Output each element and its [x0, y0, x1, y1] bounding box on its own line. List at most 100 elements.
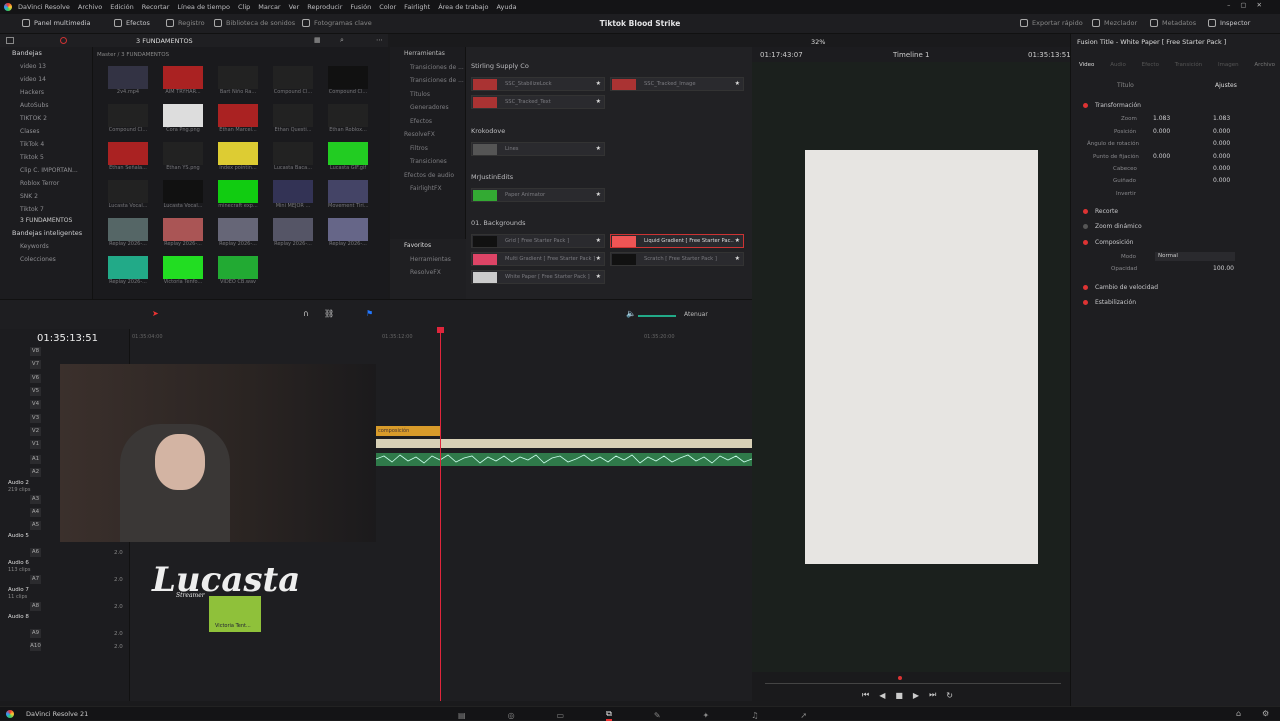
- bin-item[interactable]: AutoSubs: [0, 99, 92, 112]
- bin-item[interactable]: SNK 2: [0, 190, 92, 203]
- tab-file[interactable]: Archivo: [1254, 62, 1275, 68]
- section-stabilization[interactable]: Estabilización: [1071, 296, 1280, 309]
- more-options-icon[interactable]: ⋯: [376, 36, 383, 44]
- fx-group-title[interactable]: Stirling Supply Co: [471, 62, 529, 70]
- media-thumbnail[interactable]: Lucasta GIF.gif: [328, 142, 368, 173]
- media-thumbnail[interactable]: Bart Niño Ra...: [218, 66, 258, 97]
- smart-bin-item[interactable]: Keywords: [0, 240, 92, 253]
- media-thumbnail[interactable]: AIM TRYHAR...: [163, 66, 203, 97]
- media-thumbnail[interactable]: Compound Cl...: [273, 66, 313, 97]
- section-dynamic-zoom[interactable]: Zoom dinámico: [1071, 220, 1280, 233]
- fx-tree-item[interactable]: Transiciones de ...: [404, 61, 465, 75]
- playhead[interactable]: [440, 329, 441, 701]
- audio-track-header[interactable]: A9 2.0: [0, 629, 130, 642]
- home-icon[interactable]: ⌂: [1236, 709, 1241, 718]
- fx-item[interactable]: Lines ★: [471, 142, 605, 156]
- enabled-dot-icon[interactable]: [1083, 209, 1088, 214]
- record-icon[interactable]: [60, 37, 67, 44]
- fx-tree-item[interactable]: Títulos: [404, 88, 465, 102]
- volume-icon[interactable]: 🔈: [626, 309, 636, 318]
- media-thumbnail[interactable]: Replay 2026-...: [273, 218, 313, 249]
- media-thumbnail[interactable]: Ethan YS.png: [163, 142, 203, 173]
- viewer-scrubber[interactable]: [765, 683, 1061, 684]
- bin-item[interactable]: TikTok 4: [0, 138, 92, 151]
- window-controls[interactable]: –▢✕: [1227, 1, 1272, 9]
- volume-slider[interactable]: [638, 315, 676, 317]
- index-button[interactable]: Registro: [166, 19, 205, 27]
- bin-item[interactable]: video 14: [0, 73, 92, 86]
- bin-item-selected[interactable]: 3 FUNDAMENTOS: [0, 216, 92, 225]
- fx-item[interactable]: SSC_Tracked_Image ★: [610, 77, 744, 91]
- fx-item[interactable]: Paper Animator ★: [471, 188, 605, 202]
- bin-item[interactable]: Roblox Terror: [0, 177, 92, 190]
- media-page-icon[interactable]: ▤: [458, 711, 466, 720]
- audio-track-header[interactable]: A8 Audio 8 2.0: [0, 602, 130, 620]
- fx-item[interactable]: Grid [ Free Starter Pack ] ★: [471, 234, 605, 248]
- fx-tree-item[interactable]: FairlightFX: [404, 182, 465, 196]
- media-thumbnail[interactable]: Replay 2026-...: [108, 218, 148, 249]
- cut-page-icon[interactable]: ◎: [508, 711, 515, 720]
- favorite-star-icon[interactable]: ★: [596, 98, 601, 105]
- favorite-star-icon[interactable]: ★: [596, 237, 601, 244]
- media-thumbnail[interactable]: Ethan Questi...: [273, 104, 313, 135]
- media-thumbnail[interactable]: Cora Png.png: [163, 104, 203, 135]
- fx-item-selected[interactable]: Liquid Gradient [ Free Starter Pac... ★: [610, 234, 744, 248]
- bin-item[interactable]: TIKTOK 2: [0, 112, 92, 125]
- bin-item[interactable]: Clases: [0, 125, 92, 138]
- settings-icon[interactable]: ⚙: [1262, 709, 1269, 718]
- track-level[interactable]: 2.0: [114, 604, 123, 610]
- subtab-settings[interactable]: Ajustes: [1215, 82, 1237, 89]
- timeline-selector[interactable]: Timeline 1: [893, 51, 929, 59]
- scrubber-playhead[interactable]: [898, 676, 902, 680]
- favorite-star-icon[interactable]: ★: [596, 80, 601, 87]
- media-thumbnail[interactable]: Movement Tiri...: [328, 180, 368, 211]
- opacity-field[interactable]: 100.00: [1213, 265, 1234, 272]
- menu-edit[interactable]: Edición: [110, 3, 134, 11]
- media-thumbnail[interactable]: Replay 2026-...: [218, 218, 258, 249]
- media-thumbnail[interactable]: Lucasta Vocal...: [163, 180, 203, 211]
- audio-clip-a1[interactable]: [375, 453, 753, 466]
- fx-tree-item[interactable]: ResolveFX: [404, 128, 465, 142]
- position-y-field[interactable]: 0.000: [1213, 128, 1230, 135]
- menu-workspace[interactable]: Área de trabajo: [438, 3, 488, 11]
- video-track-header[interactable]: V8: [0, 347, 130, 359]
- tab-transition[interactable]: Transición: [1175, 62, 1202, 68]
- disabled-dot-icon[interactable]: [1083, 224, 1088, 229]
- position-x-field[interactable]: 0.000: [1153, 128, 1170, 135]
- viewer-zoom[interactable]: 32%: [811, 38, 825, 46]
- fusion-page-icon[interactable]: ⧉: [606, 709, 612, 721]
- inspector-button[interactable]: Inspector: [1208, 19, 1250, 27]
- flag-icon[interactable]: ⚑: [366, 309, 373, 318]
- media-thumbnail[interactable]: Replay 2026-...: [108, 256, 148, 287]
- skip-start-icon[interactable]: ⏮: [862, 690, 869, 700]
- audio-track-header[interactable]: A7 Audio 7 11 clips 2.0: [0, 575, 130, 600]
- audio-track-header[interactable]: A6 Audio 6 113 clips 2.0: [0, 548, 130, 573]
- menu-trim[interactable]: Recortar: [142, 3, 170, 11]
- media-thumbnail[interactable]: Mini MEJOR ...: [273, 180, 313, 211]
- media-thumbnail[interactable]: Replay 2026-...: [163, 218, 203, 249]
- fav-item[interactable]: ResolveFX: [404, 266, 466, 280]
- mixer-button[interactable]: Mezclador: [1092, 19, 1137, 27]
- menu-playback[interactable]: Reproducir: [307, 3, 342, 11]
- menu-help[interactable]: Ayuda: [497, 3, 517, 11]
- search-icon[interactable]: ⌕: [340, 36, 344, 45]
- media-pool-button[interactable]: Panel multimedia: [22, 19, 90, 27]
- stop-icon[interactable]: ■: [895, 691, 903, 700]
- media-thumbnail[interactable]: minecraft exp...: [218, 180, 258, 211]
- compound-clip[interactable]: composición: [376, 426, 440, 436]
- selection-tool-icon[interactable]: ➤: [152, 309, 159, 318]
- menu-fairlight[interactable]: Fairlight: [404, 3, 430, 11]
- anchor-y-field[interactable]: 0.000: [1213, 153, 1230, 160]
- smart-bin-item[interactable]: Colecciones: [0, 253, 92, 266]
- dim-button[interactable]: Atenuar: [684, 311, 708, 318]
- media-thumbnail[interactable]: Index pointin...: [218, 142, 258, 173]
- menu-clip[interactable]: Clip: [238, 3, 250, 11]
- media-thumbnail[interactable]: Compound Cl...: [328, 66, 368, 97]
- media-thumbnail[interactable]: Lucasta Baca...: [273, 142, 313, 173]
- loop-icon[interactable]: ↻: [946, 691, 953, 700]
- overlay-clip[interactable]: Victoria Tent...: [209, 596, 261, 632]
- menu-mark[interactable]: Marcar: [258, 3, 280, 11]
- link-icon[interactable]: ⛓: [324, 309, 334, 318]
- bin-item[interactable]: Clip C. IMPORTAN...: [0, 164, 92, 177]
- section-composite[interactable]: Composición: [1071, 236, 1280, 249]
